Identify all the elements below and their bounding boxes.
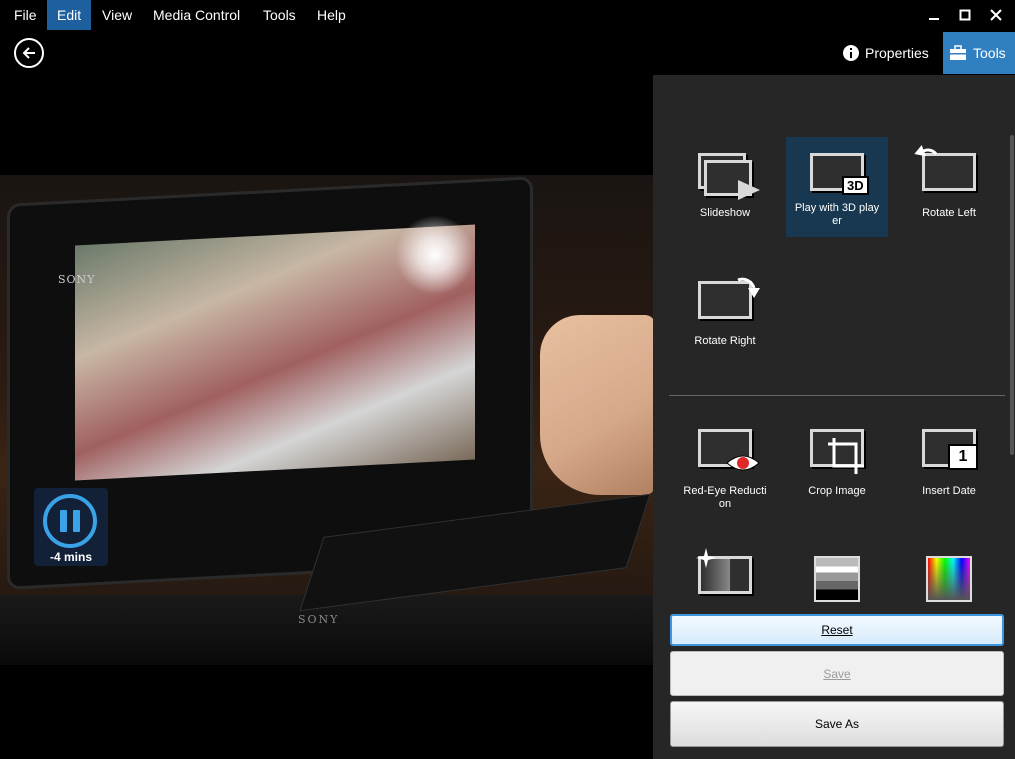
red-eye-tool[interactable]: Red-Eye Reducti on [674,426,776,511]
red-eye-label: Red-Eye Reducti on [683,485,767,510]
photo-viewer[interactable]: SONY SONY [0,175,653,665]
auto-enhance-tool[interactable] [674,548,776,606]
save-as-label: Save As [814,717,860,731]
menu-view[interactable]: View [92,0,142,30]
playback-badge[interactable]: -4 mins [34,488,108,566]
levels-tool[interactable] [786,548,888,606]
3d-badge: 3D [842,176,869,195]
crop-tool[interactable]: Crop Image [786,426,888,498]
brand-label-top: SONY [58,273,96,286]
menu-media-control[interactable]: Media Control [143,0,250,30]
play-3d-tool[interactable]: 3D Play with 3D play er [786,137,888,237]
tools-label: Tools [973,45,1006,61]
insert-date-tool[interactable]: 1 Insert Date [898,426,1000,498]
hand-image [540,315,653,495]
slideshow-label: Slideshow [699,207,751,219]
reset-button[interactable]: Reset [670,614,1004,646]
menu-file[interactable]: File [4,0,47,30]
info-icon [843,45,859,61]
time-remaining: -4 mins [49,550,92,564]
menu-tools[interactable]: Tools [253,0,306,30]
tools-button[interactable]: Tools [943,32,1015,74]
properties-label: Properties [865,45,929,61]
properties-button[interactable]: Properties [835,32,941,74]
red-eye-icon [674,426,776,482]
save-as-button[interactable]: Save As [670,701,1004,747]
reset-label: Reset [821,623,853,637]
levels-icon [786,548,888,604]
close-icon [990,9,1002,21]
insert-date-label: Insert Date [922,485,976,497]
save-button[interactable]: Save [670,651,1004,696]
rotate-left-icon [898,144,1000,204]
back-button[interactable] [14,38,44,68]
insert-date-icon: 1 [898,426,1000,482]
rotate-right-tool[interactable]: Rotate Right [674,276,776,348]
brand-label-bottom: SONY [298,613,340,626]
slideshow-icon [674,148,776,204]
pause-icon[interactable] [43,494,97,548]
tools-divider [669,395,1005,396]
close-button[interactable] [980,0,1012,30]
calendar-badge: 1 [948,444,978,470]
maximize-button[interactable] [949,0,981,30]
color-palette-icon [898,548,1000,604]
minimize-button[interactable] [918,0,950,30]
menu-edit[interactable]: Edit [47,0,92,30]
menu-bar: File Edit View Media Control Tools Help [0,0,1015,30]
rotate-right-icon [674,276,776,332]
color-tool[interactable] [898,548,1000,606]
panel-scrollbar[interactable] [1010,135,1014,455]
save-label: Save [823,666,851,681]
light-glare [395,215,475,295]
play-3d-label: Play with 3D play er [794,202,880,227]
crop-icon [786,426,888,482]
rotate-left-tool[interactable]: Rotate Left [898,144,1000,220]
menu-help[interactable]: Help [307,0,356,30]
sparkle-icon [674,548,776,604]
rotate-right-label: Rotate Right [694,335,756,347]
minimize-icon [929,18,939,20]
slideshow-tool[interactable]: Slideshow [674,148,776,220]
maximize-icon [959,9,971,21]
play-3d-icon: 3D [786,148,888,204]
rotate-left-label: Rotate Left [922,207,976,219]
toolbox-icon [950,45,966,60]
arrow-left-icon [22,47,35,59]
crop-label: Crop Image [808,485,866,497]
